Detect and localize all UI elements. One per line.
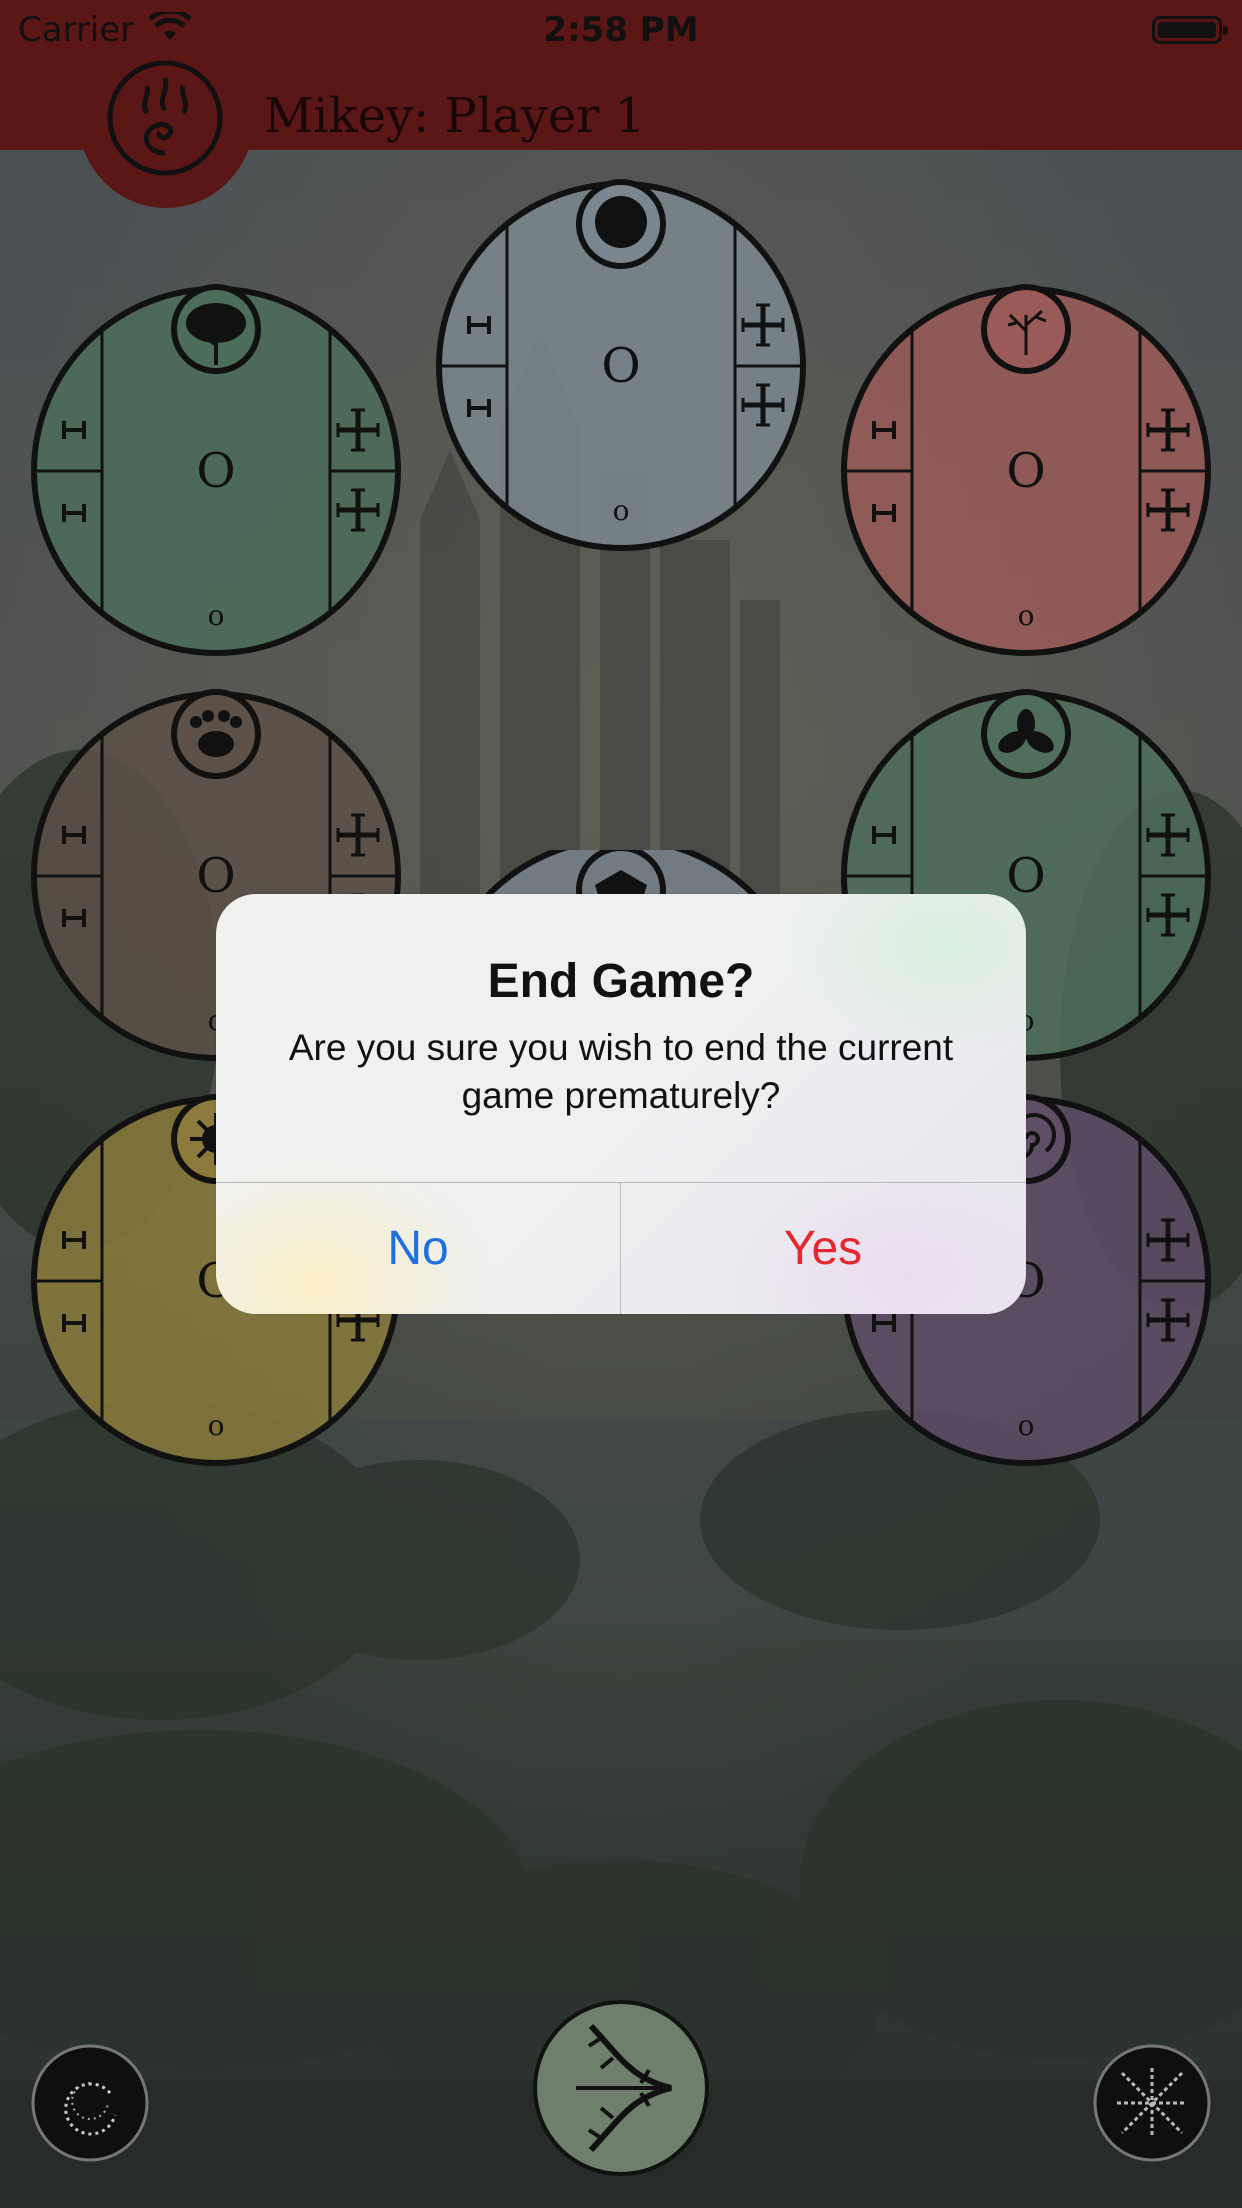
status-bar: Carrier 2:58 PM (0, 0, 1242, 60)
player-name: Mikey: Player 1 (264, 88, 646, 144)
thorn-star-button[interactable] (1092, 2043, 1212, 2163)
yes-button[interactable]: Yes (621, 1183, 1025, 1314)
moon-icon (595, 196, 647, 248)
thorn-arrow-button[interactable] (531, 1998, 711, 2178)
board-bottom-counter: o (208, 599, 225, 632)
board-moon-dial: Oo (436, 179, 806, 551)
board-forest-dial: Oo (31, 284, 401, 656)
no-button[interactable]: No (216, 1183, 620, 1314)
board-forest[interactable]: Oo (30, 284, 402, 657)
board-dead-tree[interactable]: Oo (840, 284, 1212, 657)
board-center-counter: O (601, 338, 640, 394)
board-bottom-counter: o (613, 494, 630, 527)
alert-message: Are you sure you wish to end the current… (288, 1027, 954, 1116)
fire-spiral-icon (107, 60, 223, 176)
board-bottom-counter: o (1018, 1409, 1035, 1442)
board-moon[interactable]: Oo (435, 179, 807, 552)
vine-circle-button[interactable] (30, 2043, 150, 2163)
board-bottom-counter: o (208, 1409, 225, 1442)
board-center-counter: O (196, 848, 235, 904)
alert-title: End Game? (487, 955, 755, 1008)
board-dead-tree-dial: Oo (841, 284, 1211, 656)
end-game-alert: End Game? Are you sure you wish to end t… (216, 894, 1026, 1314)
battery-icon (1152, 16, 1228, 44)
board-bottom-counter: o (1018, 599, 1035, 632)
clock: 2:58 PM (543, 10, 699, 50)
board-center-counter: O (1006, 443, 1045, 499)
board-center-counter: O (196, 443, 235, 499)
